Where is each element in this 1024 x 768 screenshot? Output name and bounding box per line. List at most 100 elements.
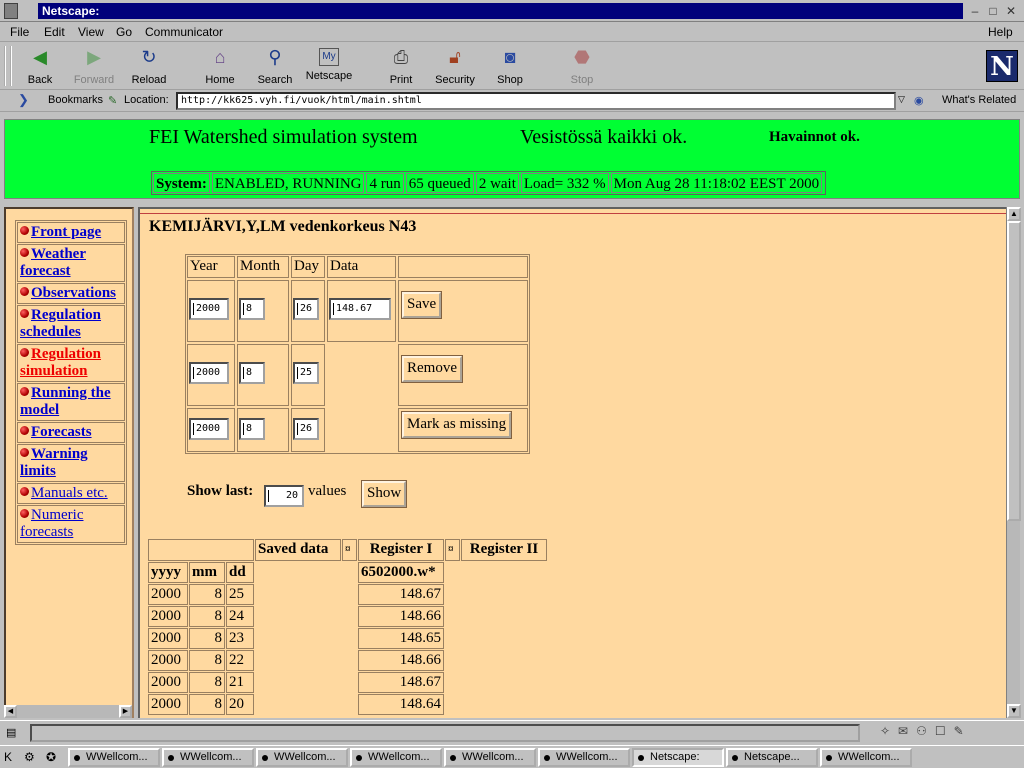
red-bullet-icon xyxy=(20,448,29,457)
taskbar-item[interactable]: WWellcom... xyxy=(820,748,912,767)
watershed-status: Vesistössä kaikki ok. xyxy=(520,126,688,148)
front-page-link[interactable]: Front page xyxy=(31,224,101,240)
taskbar-item[interactable]: WWellcom... xyxy=(444,748,536,767)
row1-month-input[interactable]: 8 xyxy=(239,298,265,320)
row3-year-input[interactable]: 2000 xyxy=(189,418,229,440)
forecasts-link[interactable]: Forecasts xyxy=(31,424,92,440)
window-titlebar: Netscape: – □ ✕ xyxy=(0,0,1024,22)
top-divider xyxy=(140,213,1008,214)
menu-file[interactable]: File xyxy=(10,25,29,39)
sidebar-item-regulation-schedules: Regulation schedules xyxy=(17,305,125,343)
component-bar-icons[interactable]: ✧✉⚇☐✎ xyxy=(880,724,1020,742)
location-label: Location: xyxy=(124,94,169,106)
main-vertical-scrollbar[interactable]: ▲ ▼ xyxy=(1006,207,1021,718)
observations-link[interactable]: Observations xyxy=(31,285,116,301)
url-input[interactable]: http://kk625.vyh.fi/vuok/html/main.shtml xyxy=(176,92,896,110)
desktop-launcher-icon[interactable]: ✪ xyxy=(46,750,56,764)
bookmarks-icon[interactable]: ❯ xyxy=(18,92,29,108)
table-row-day: 23 xyxy=(226,628,254,649)
data-header: Data xyxy=(327,256,396,278)
wait-count: 2 wait xyxy=(475,173,519,193)
back-button[interactable]: ◀ Back xyxy=(12,44,68,88)
shop-button[interactable]: ◙ Shop xyxy=(482,44,538,88)
desktop-tool-icon[interactable]: ⚙ xyxy=(24,750,35,764)
regulation-schedules-link[interactable]: Regulation schedules xyxy=(20,307,101,340)
taskbar-item[interactable]: WWellcom... xyxy=(538,748,630,767)
numeric-forecasts-link[interactable]: Numeric forecasts xyxy=(20,507,83,540)
save-button[interactable]: Save xyxy=(400,291,443,319)
row2-day-input[interactable]: 25 xyxy=(293,362,319,384)
scroll-up-icon[interactable]: ▲ xyxy=(1007,207,1021,221)
netscape-button[interactable]: My Netscape xyxy=(301,44,357,88)
taskbar-item[interactable]: WWellcom... xyxy=(256,748,348,767)
running-the-model-link[interactable]: Running the model xyxy=(20,385,111,418)
navigation-toolbar: ◀ Back ▶ Forward ↻ Reload ⌂ Home ⚲ Searc… xyxy=(0,42,1024,90)
taskbar-item[interactable]: WWellcom... xyxy=(68,748,160,767)
row2-year-input[interactable]: 2000 xyxy=(189,362,229,384)
row1-data-input[interactable]: 148.67 xyxy=(329,298,391,320)
netscape-logo-icon[interactable]: N xyxy=(986,50,1018,82)
red-bullet-icon xyxy=(20,387,29,396)
minimize-button[interactable]: – xyxy=(966,3,984,19)
scrollbar-thumb[interactable] xyxy=(1007,221,1021,521)
security-status-icon[interactable]: ▤ xyxy=(6,726,16,739)
bookmarks-button[interactable]: Bookmarks xyxy=(48,94,103,106)
taskbar-item-active[interactable]: Netscape: xyxy=(632,748,724,767)
toolbar-grip[interactable] xyxy=(4,46,12,86)
regulation-simulation-link[interactable]: Regulation simulation xyxy=(20,346,101,379)
whats-related-icon[interactable]: ◉ xyxy=(914,94,924,107)
taskbar-item[interactable]: Netscape... xyxy=(726,748,818,767)
sidebar-horizontal-scrollbar[interactable]: ◀ ▶ xyxy=(4,705,132,718)
observations-status: Havainnot ok. xyxy=(769,129,860,145)
manuals-link[interactable]: Manuals etc. xyxy=(31,485,108,501)
remove-button[interactable]: Remove xyxy=(401,355,463,383)
scroll-down-icon[interactable]: ▼ xyxy=(1007,704,1021,718)
row1-year-input[interactable]: 2000 xyxy=(189,298,229,320)
sidebar-item-running-the-model: Running the model xyxy=(17,383,125,421)
scroll-right-icon[interactable]: ▶ xyxy=(119,705,132,718)
weather-forecast-link[interactable]: Weather forecast xyxy=(20,246,86,279)
print-button[interactable]: ⎙ Print xyxy=(373,44,429,88)
desktop-taskbar: K ⚙ ✪ WWellcom... WWellcom... WWellcom..… xyxy=(0,745,1024,768)
row3-day-input[interactable]: 26 xyxy=(293,418,319,440)
start-menu-icon[interactable]: K xyxy=(4,750,12,764)
security-button[interactable]: 🔓︎ Security xyxy=(427,44,483,88)
search-button[interactable]: ⚲ Search xyxy=(247,44,303,88)
menu-help[interactable]: Help xyxy=(988,25,1013,39)
sidebar-item-numeric-forecasts: Numeric forecasts xyxy=(17,505,125,543)
reload-button[interactable]: ↻ Reload xyxy=(121,44,177,88)
taskbar-item[interactable]: WWellcom... xyxy=(162,748,254,767)
location-icon[interactable]: ✎ xyxy=(108,94,117,107)
forward-button[interactable]: ▶ Forward xyxy=(66,44,122,88)
load-value: Load= 332 % xyxy=(520,173,609,193)
show-last-input[interactable]: 20 xyxy=(264,485,304,507)
taskbar-item[interactable]: WWellcom... xyxy=(350,748,442,767)
menu-edit[interactable]: Edit xyxy=(44,25,65,39)
stop-button[interactable]: ⬣ Stop xyxy=(554,44,610,88)
home-button[interactable]: ⌂ Home xyxy=(192,44,248,88)
whats-related-button[interactable]: What's Related xyxy=(942,94,1016,106)
system-status-row: System: ENABLED, RUNNING 4 run 65 queued… xyxy=(151,171,827,195)
menu-view[interactable]: View xyxy=(78,25,104,39)
row1-day-input[interactable]: 26 xyxy=(293,298,319,320)
row3-month-input[interactable]: 8 xyxy=(239,418,265,440)
register-i-code: 6502000.w* xyxy=(358,562,444,583)
warning-limits-link[interactable]: Warning limits xyxy=(20,446,88,479)
scroll-left-icon[interactable]: ◀ xyxy=(4,705,17,718)
system-title: FEI Watershed simulation system xyxy=(149,126,418,148)
mark-as-missing-button[interactable]: Mark as missing xyxy=(400,411,513,439)
my-netscape-icon: My xyxy=(319,48,339,66)
table-row-value: 148.65 xyxy=(358,628,444,649)
url-dropdown-icon[interactable]: ▽ xyxy=(898,94,905,105)
table-row-month: 8 xyxy=(189,672,225,693)
menu-communicator[interactable]: Communicator xyxy=(145,25,223,39)
maximize-button[interactable]: □ xyxy=(984,3,1002,19)
sidebar-item-forecasts: Forecasts xyxy=(17,422,125,443)
show-button[interactable]: Show xyxy=(360,480,408,508)
table-row-value: 148.67 xyxy=(358,672,444,693)
stop-icon: ⬣ xyxy=(574,47,590,67)
row2-month-input[interactable]: 8 xyxy=(239,362,265,384)
close-button[interactable]: ✕ xyxy=(1002,3,1020,19)
window-menu-icon[interactable] xyxy=(4,3,18,19)
menu-go[interactable]: Go xyxy=(116,25,132,39)
